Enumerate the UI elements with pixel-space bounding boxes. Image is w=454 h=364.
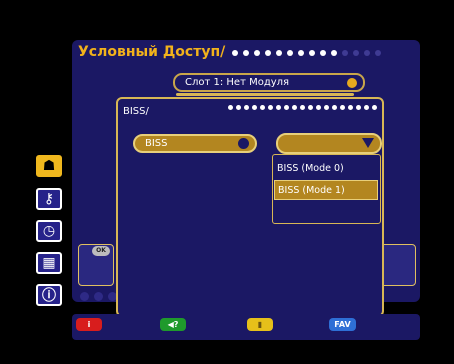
bottom-dots: [80, 292, 117, 301]
color-key-bar: [72, 314, 420, 340]
status-led-icon: [347, 78, 357, 88]
red-key-button[interactable]: i: [76, 318, 102, 331]
mode-dropdown[interactable]: [276, 133, 382, 154]
blue-key-button[interactable]: FAV: [329, 318, 356, 331]
background-box-right: [380, 244, 416, 286]
dialog-title: BISS/: [123, 106, 149, 117]
recording-icon[interactable]: ▦: [36, 252, 62, 274]
clock-icon[interactable]: ◷: [36, 220, 62, 242]
slot-status-bar[interactable]: Слот 1: Нет Модуля: [173, 73, 365, 92]
biss-field[interactable]: BISS: [133, 134, 257, 153]
page-indicator-dots: [232, 50, 381, 56]
field-indicator-icon: [238, 138, 249, 149]
satellite-icon[interactable]: ☗: [36, 155, 62, 177]
green-key-button[interactable]: ◀?: [160, 318, 186, 331]
slot-status-label: Слот 1: Нет Модуля: [185, 77, 290, 88]
page-title: Условный Доступ/: [78, 44, 226, 60]
ok-badge: OK: [92, 246, 110, 256]
dialog-page-dots: [228, 105, 377, 110]
info-icon[interactable]: ⓘ: [36, 284, 62, 306]
option-biss-mode-1[interactable]: BISS (Mode 1): [274, 180, 378, 200]
key-icon[interactable]: ⚷: [36, 188, 62, 210]
yellow-key-button[interactable]: ▮: [247, 318, 273, 331]
biss-field-label: BISS: [145, 138, 168, 149]
slot-underline: [176, 93, 354, 96]
chevron-down-icon: [362, 138, 374, 148]
option-biss-mode-0[interactable]: BISS (Mode 0): [274, 159, 378, 179]
